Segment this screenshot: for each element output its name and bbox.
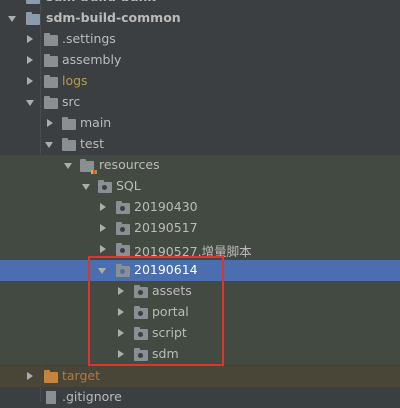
chevron-down-icon[interactable] (82, 184, 90, 190)
highlight-box (88, 256, 224, 366)
chevron-right-icon[interactable] (27, 56, 33, 64)
tree-item-label: sdm-build-bank (46, 0, 156, 4)
package-folder-icon (98, 180, 112, 193)
tree-item-20190430[interactable]: 20190430 (0, 197, 400, 218)
tree-item-sdm-build-common[interactable]: sdm-build-common (0, 8, 400, 29)
tree-item-label: target (62, 368, 101, 383)
tree-item-src[interactable]: src (0, 92, 400, 113)
tree-item-label: .settings (62, 31, 116, 46)
folder-icon (62, 117, 76, 130)
chevron-down-icon[interactable] (45, 142, 53, 148)
tree-item-assembly[interactable]: assembly (0, 50, 400, 71)
folder-icon (62, 138, 76, 151)
tree-item-logs[interactable]: logs (0, 71, 400, 92)
module-folder-icon (26, 12, 40, 25)
folder-icon (44, 54, 58, 67)
chevron-right-icon[interactable] (100, 245, 106, 253)
tree-item-main[interactable]: main (0, 113, 400, 134)
test-resources-folder-icon (80, 159, 97, 174)
tree-item-label: assembly (62, 52, 122, 67)
tree-item-sql[interactable]: SQL (0, 176, 400, 197)
tree-item-label: SQL (116, 178, 141, 193)
tree-item-20190517[interactable]: 20190517 (0, 218, 400, 239)
chevron-right-icon[interactable] (27, 35, 33, 43)
package-folder-icon (116, 201, 130, 214)
chevron-right-icon[interactable] (27, 372, 33, 380)
folder-icon (44, 33, 58, 46)
folder-icon (44, 75, 58, 88)
chevron-right-icon[interactable] (27, 77, 33, 85)
tree-item-target[interactable]: target (0, 366, 400, 387)
tree-item-label: 20190517 (134, 220, 198, 235)
module-folder-icon (26, 0, 40, 4)
tree-item-label: src (62, 94, 81, 109)
tree-item-label: test (80, 136, 105, 151)
tree-item-settings[interactable]: .settings (0, 29, 400, 50)
tree-item-label: 20190430 (134, 199, 198, 214)
file-icon (46, 391, 56, 404)
tree-item-resources[interactable]: resources (0, 155, 400, 176)
tree-item-sdm-build-bank[interactable]: sdm-build-bank (0, 0, 400, 8)
tree-item-gitignore[interactable]: .gitignore (0, 387, 400, 408)
folder-icon (44, 96, 58, 109)
chevron-right-icon[interactable] (47, 119, 53, 127)
tree-item-label: resources (99, 157, 160, 172)
tree-item-label: logs (62, 73, 88, 88)
chevron-down-icon[interactable] (26, 100, 34, 106)
chevron-right-icon[interactable] (100, 203, 106, 211)
tree-item-test[interactable]: test (0, 134, 400, 155)
chevron-down-icon[interactable] (64, 163, 72, 169)
excluded-folder-icon (44, 370, 58, 383)
tree-item-label: sdm-build-common (46, 10, 181, 25)
package-folder-icon (116, 243, 130, 256)
package-folder-icon (116, 222, 130, 235)
chevron-down-icon[interactable] (8, 16, 16, 22)
tree-item-label: main (80, 115, 112, 130)
chevron-right-icon[interactable] (100, 224, 106, 232)
